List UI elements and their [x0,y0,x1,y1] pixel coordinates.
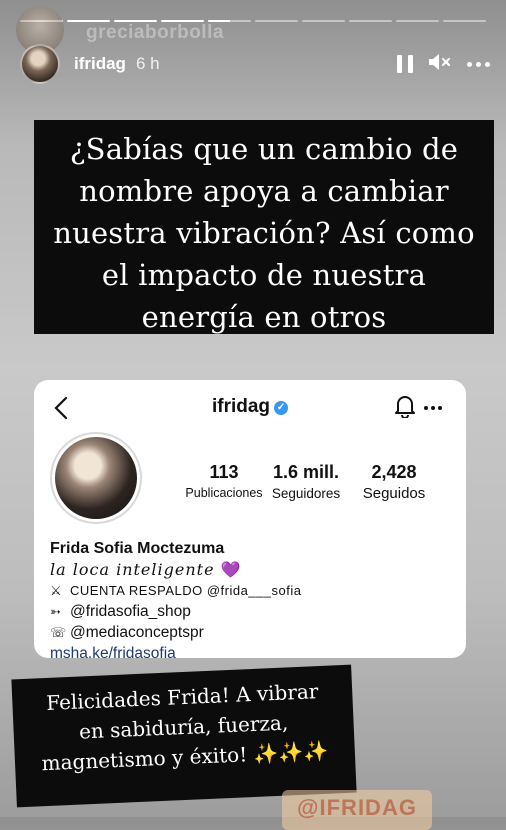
verified-badge-icon: ✓ [274,401,289,415]
profile-title-username: ifridag [211,396,271,417]
bio-line-text: CUENTA RESPALDO @frida___sofia [70,583,302,598]
bio-line-text: @mediaconceptspr [70,624,204,641]
story-username[interactable]: ifridag [74,54,126,74]
profile-picture [50,432,142,524]
stat-label: Seguidos [362,485,426,502]
bell-icon [394,394,416,423]
bio-line: ➳ @fridasofia_shop [50,603,456,621]
congrats-text-sticker: Felicidades Frida! A vibrar en sabiduría… [11,664,357,808]
story-progress-segment [349,20,392,22]
stat-label: Seguidores [271,486,341,501]
caption-line: nuestra vibración? Así como [53,216,475,250]
story-caption: ¿Sabías que un cambio de nombre apoya a … [34,120,494,334]
previous-story-username: greciaborbolla [86,22,224,43]
bio-line: ⚔ CUENTA RESPALDO @frida___sofia [50,582,456,600]
story-header: ifridag 6 h [20,44,490,84]
profile-stats: 113 Publicaciones 1.6 mill. Seguidores 2… [182,462,456,502]
caption-line: nombre apoya a cambiar [79,174,449,208]
story-progress-segment [302,20,345,22]
arrow-icon: ➳ [50,604,61,619]
more-options-icon[interactable] [467,61,490,67]
profile-screenshot-card: ifridag ✓ 113 Publicaciones 1.6 mill. Seg… [34,380,466,658]
purple-heart-icon: 💜 [220,560,242,579]
story-progress-segment [443,20,486,22]
stat-followers: 1.6 mill. Seguidores [266,462,346,502]
stat-posts: 113 Publicaciones [182,462,266,502]
phone-icon: ☏ [50,625,67,640]
sticker-line-text: magnetismo y éxito! [41,742,248,776]
profile-link: msha.ke/fridasofia [50,645,176,658]
stat-following: 2,428 Seguidos [354,462,434,502]
bio-line: ☏ @mediaconceptspr [50,624,456,642]
stat-value: 1.6 mill. [272,462,340,482]
story-timestamp: 6 h [135,54,160,73]
pause-icon[interactable] [397,55,413,73]
sparkles-icon: ✨✨✨ [253,738,329,766]
caption-line: energía en otros [141,300,387,334]
profile-tagline: la loca inteligente 💜 [50,560,456,579]
swords-icon: ⚔ [50,583,62,598]
caption-line: ¿Sabías que un cambio de [69,132,459,166]
bio-line-text: @fridasofia_shop [70,603,191,620]
tagline-text: la loca inteligente [50,560,215,579]
story-progress-segment [255,20,298,22]
profile-bio: Frida Sofia Moctezuma la loca inteligent… [50,540,456,658]
avatar[interactable] [20,44,60,84]
mention-sticker[interactable]: @IFRIDAG [282,790,432,830]
stat-value: 113 [209,462,239,482]
more-options-icon [424,406,442,410]
mute-icon[interactable] [427,52,453,77]
stat-label: Publicaciones [185,486,263,500]
stat-value: 2,428 [371,462,417,482]
caption-line: el impacto de nuestra [101,258,427,292]
profile-full-name: Frida Sofia Moctezuma [50,540,225,557]
story-progress-segment [396,20,439,22]
